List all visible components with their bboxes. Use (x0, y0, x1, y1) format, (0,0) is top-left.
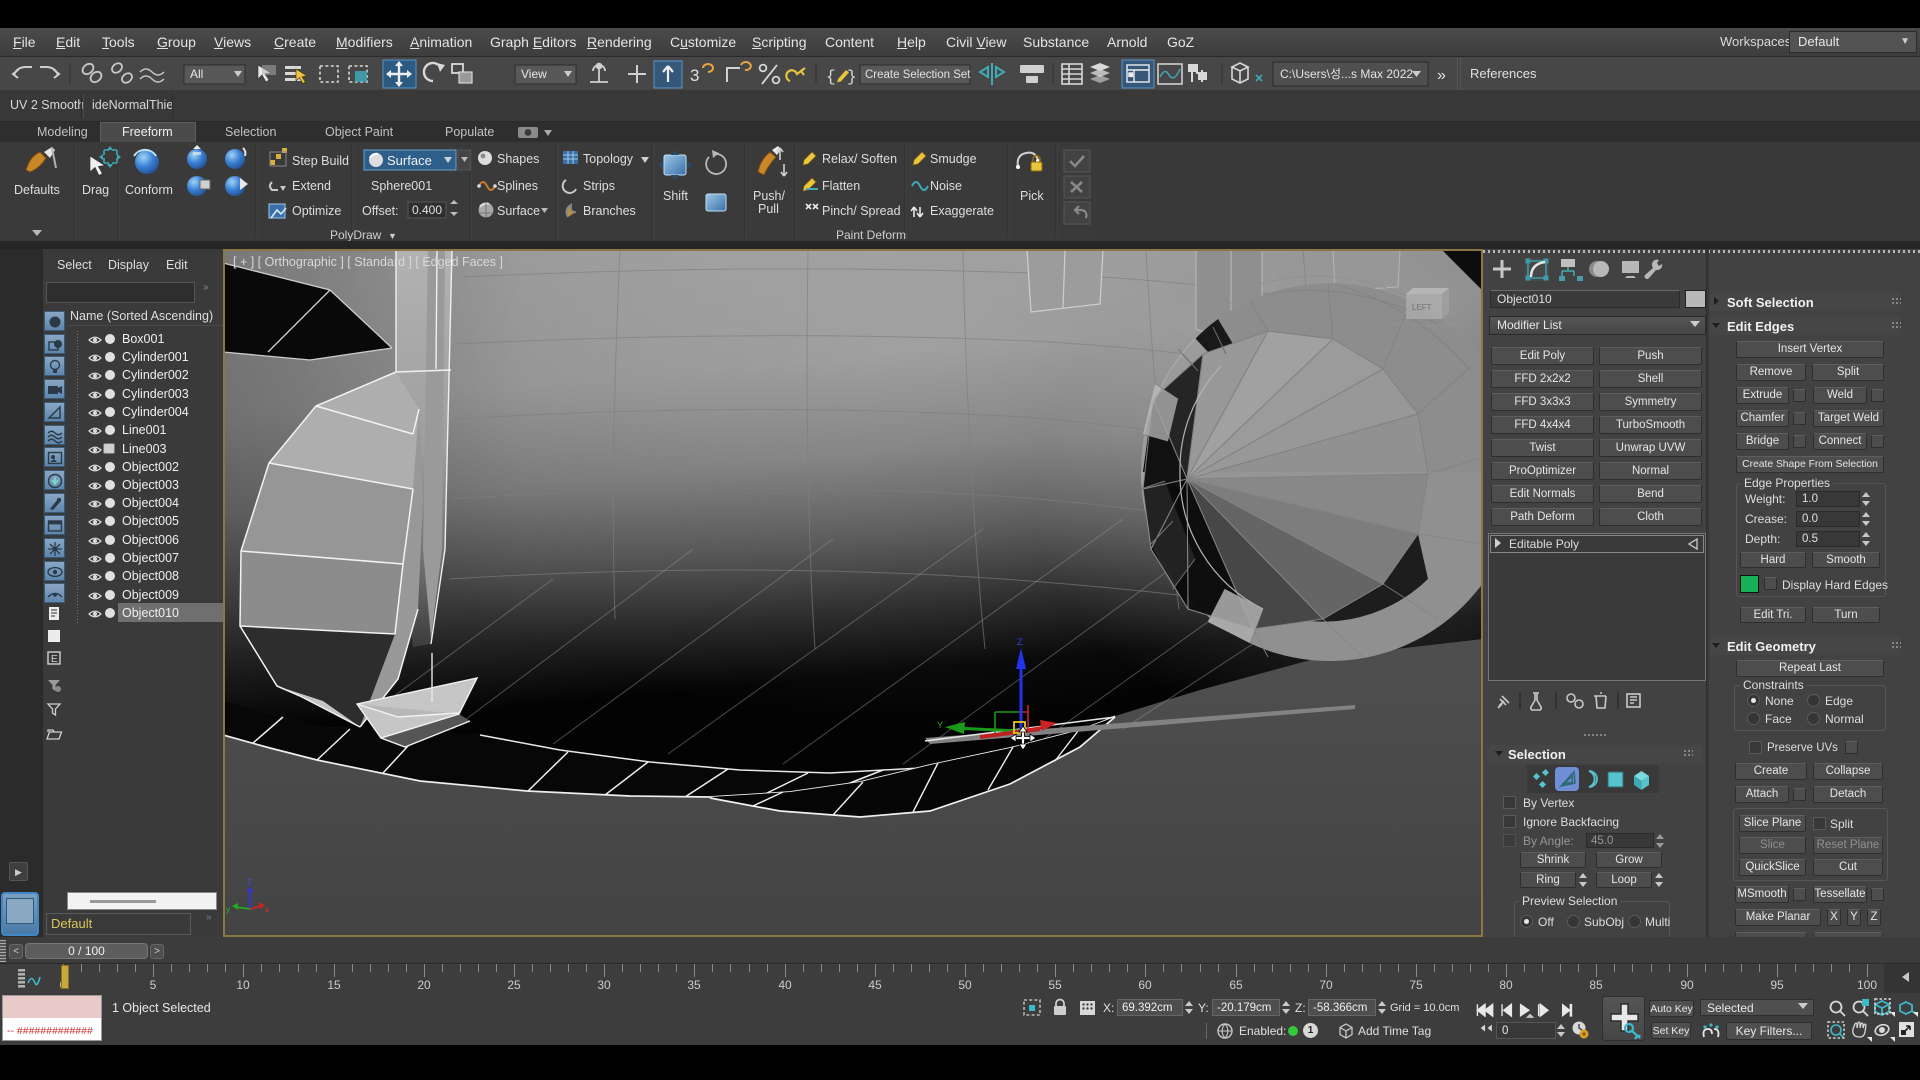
svg-text:y: y (226, 905, 230, 914)
svg-text:View: View (521, 67, 547, 81)
svg-text:Strips: Strips (583, 179, 615, 193)
svg-text:Flatten: Flatten (822, 179, 860, 193)
svg-text:Z: Z (247, 878, 252, 887)
svg-text:Extend: Extend (292, 179, 331, 193)
svg-text:Defaults: Defaults (14, 183, 60, 197)
svg-text:Conform: Conform (125, 183, 173, 197)
svg-text:Splines: Splines (497, 179, 538, 193)
svg-text:Sphere001: Sphere001 (371, 179, 432, 193)
svg-text:Create Selection Set: Create Selection Set (865, 69, 971, 81)
svg-text:Push/: Push/ (753, 189, 785, 203)
svg-text:Offset:: Offset: (362, 204, 399, 218)
svg-text:Drag: Drag (82, 183, 109, 197)
svg-text:Shift: Shift (663, 189, 689, 203)
svg-text:LEFT: LEFT (1412, 303, 1432, 312)
svg-text:Z: Z (1017, 637, 1023, 648)
svg-text:{: { (826, 68, 836, 86)
svg-text:C:\Users\성...s Max 2022: C:\Users\성...s Max 2022 (1280, 67, 1413, 81)
svg-text:Pick: Pick (1020, 189, 1044, 203)
svg-text:Pull: Pull (758, 202, 779, 216)
svg-text:Optimize: Optimize (292, 204, 341, 218)
svg-text:Y: Y (937, 720, 944, 731)
svg-text:Pinch/ Spread: Pinch/ Spread (822, 204, 901, 218)
svg-text:References: References (1470, 66, 1537, 81)
svg-text:Smudge: Smudge (930, 152, 977, 166)
svg-text:0.400: 0.400 (412, 203, 442, 217)
svg-text:Surface: Surface (497, 204, 540, 218)
svg-text:Noise: Noise (930, 179, 962, 193)
svg-text:Surface: Surface (387, 153, 432, 168)
svg-text:Step Build: Step Build (292, 154, 349, 168)
svg-text:Branches: Branches (583, 204, 636, 218)
svg-text:3: 3 (690, 66, 699, 85)
svg-text:x: x (265, 905, 269, 914)
svg-text:Relax/ Soften: Relax/ Soften (822, 152, 897, 166)
svg-text:[ + ] [ Orthographic ] [ Stand: [ + ] [ Orthographic ] [ Standard ] [ Ed… (233, 255, 503, 269)
svg-text:Exaggerate: Exaggerate (930, 204, 994, 218)
svg-text:E: E (51, 654, 58, 665)
svg-text:}: } (847, 68, 857, 86)
svg-text:Shapes: Shapes (497, 152, 539, 166)
svg-text:Topology: Topology (583, 152, 634, 166)
svg-text:»: » (1437, 67, 1446, 84)
svg-text:All: All (190, 67, 203, 81)
